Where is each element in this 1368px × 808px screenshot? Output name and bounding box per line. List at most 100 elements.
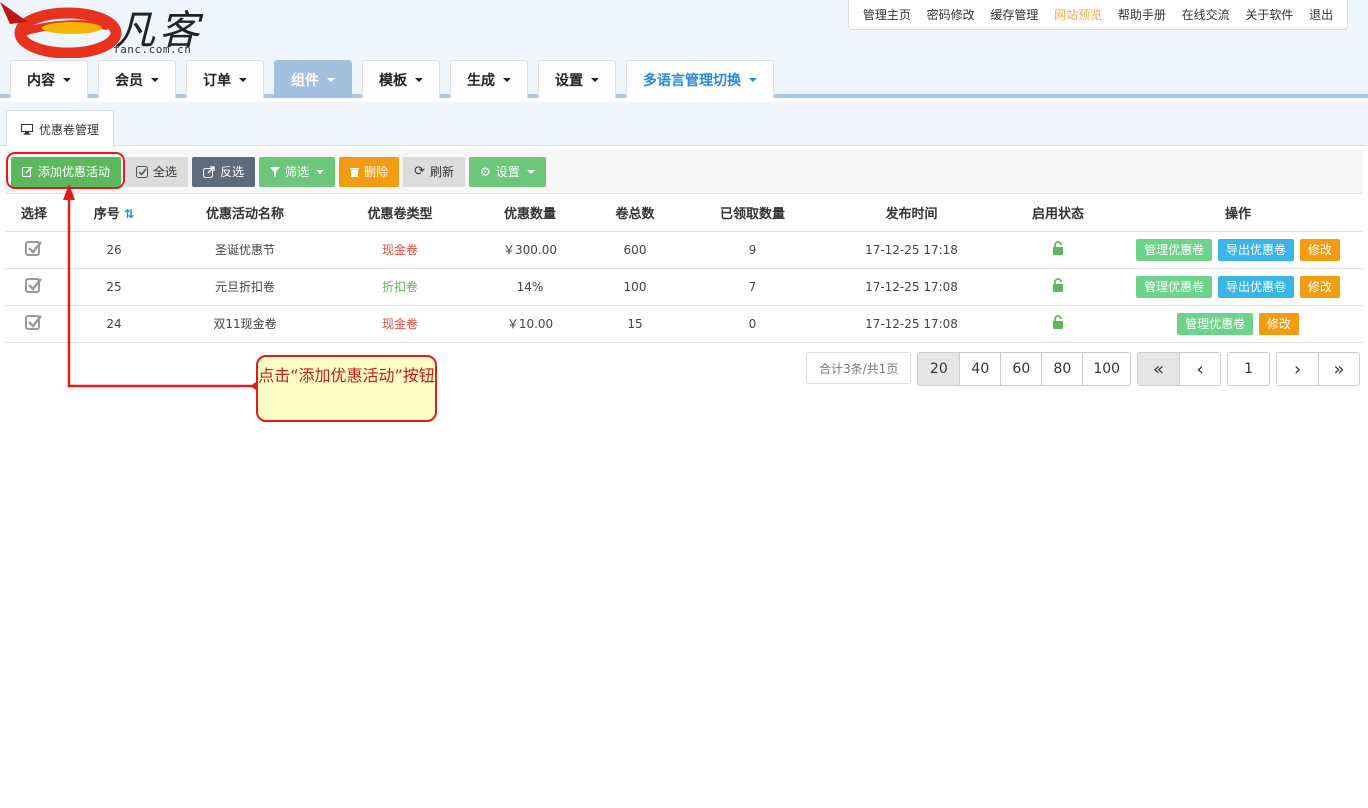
export-coupon-button[interactable]: 导出优惠卷 xyxy=(1217,275,1294,298)
col-select: 选择 xyxy=(5,195,63,232)
nav-tab-component[interactable]: 组件 xyxy=(274,60,352,98)
col-name: 优惠活动名称 xyxy=(165,195,325,232)
refresh-button[interactable]: ⟳ 刷新 xyxy=(403,156,465,187)
nav-tab-settings[interactable]: 设置 xyxy=(538,60,616,98)
col-claimed: 已领取数量 xyxy=(685,195,820,232)
select-all-button[interactable]: 全选 xyxy=(125,156,189,187)
nav-tab-order[interactable]: 订单 xyxy=(186,60,264,98)
top-nav: 管理主页 密码修改 缓存管理 网站预览 帮助手册 在线交流 关于软件 退出 xyxy=(848,0,1348,30)
cell-name: 双11现金卷 xyxy=(165,305,325,343)
nav-tab-member[interactable]: 会员 xyxy=(98,60,176,98)
button-label: 全选 xyxy=(153,165,178,179)
nav-tab-content[interactable]: 内容 xyxy=(10,60,88,98)
page-size-group: 20 40 60 80 100 xyxy=(917,352,1132,386)
cell-total: 100 xyxy=(585,268,685,306)
topnav-chat[interactable]: 在线交流 xyxy=(1182,6,1230,23)
topnav-cache[interactable]: 缓存管理 xyxy=(990,6,1038,23)
manage-coupon-button[interactable]: 管理优惠卷 xyxy=(1177,312,1254,335)
toolbar: 添加优惠活动 全选 反选 筛选 删除 ⟳ 刷新 ⚙ 设置 xyxy=(5,150,1363,194)
page-size-40[interactable]: 40 xyxy=(959,353,1001,385)
page-size-100[interactable]: 100 xyxy=(1082,353,1131,385)
col-id[interactable]: 序号 ⇅ xyxy=(63,195,165,232)
col-id-label: 序号 xyxy=(93,207,120,223)
topnav-help[interactable]: 帮助手册 xyxy=(1118,6,1166,23)
unlock-icon[interactable] xyxy=(1052,278,1064,292)
nav-tab-template[interactable]: 模板 xyxy=(362,60,440,98)
edit-button[interactable]: 修改 xyxy=(1258,312,1299,335)
table-row: 26 圣诞优惠节 现金卷 ￥300.00 600 9 17-12-25 17:1… xyxy=(5,231,1363,269)
logo-domain: fanc.com.cn xyxy=(113,43,192,56)
cell-amount: 14% xyxy=(475,268,585,306)
cell-claimed: 0 xyxy=(685,305,820,343)
cell-status xyxy=(1003,268,1113,306)
nav-tab-language[interactable]: 多语言管理切换 xyxy=(626,60,774,98)
unlock-icon[interactable] xyxy=(1052,315,1064,329)
topnav-home[interactable]: 管理主页 xyxy=(863,6,911,23)
manage-coupon-button[interactable]: 管理优惠卷 xyxy=(1136,238,1213,261)
edit-icon xyxy=(22,166,33,177)
col-status: 启用状态 xyxy=(1003,195,1113,232)
page-size-20[interactable]: 20 xyxy=(918,353,960,385)
topnav-preview[interactable]: 网站预览 xyxy=(1054,6,1102,23)
last-page-button[interactable]: » xyxy=(1318,353,1360,385)
cell-id: 24 xyxy=(63,305,165,343)
col-actions: 操作 xyxy=(1113,195,1363,232)
nav-tab-label: 组件 xyxy=(291,72,319,89)
prev-page-button[interactable]: ‹ xyxy=(1179,353,1221,385)
coupon-table: 选择 序号 ⇅ 优惠活动名称 优惠卷类型 优惠数量 卷总数 已领取数量 发布时间… xyxy=(5,195,1363,343)
nav-tab-generate[interactable]: 生成 xyxy=(450,60,528,98)
nav-tab-label: 会员 xyxy=(115,72,143,89)
check-square-icon[interactable] xyxy=(25,313,43,331)
button-label: 删除 xyxy=(364,165,389,179)
delete-button[interactable]: 删除 xyxy=(339,156,400,187)
sub-tab-bar: 优惠卷管理 xyxy=(0,102,1368,147)
caret-down-icon xyxy=(316,169,325,174)
first-page-button[interactable]: « xyxy=(1138,353,1180,385)
page-1-button[interactable]: 1 xyxy=(1228,353,1270,385)
current-page-group: 1 xyxy=(1227,352,1271,386)
cell-id: 26 xyxy=(63,231,165,269)
next-page-button[interactable]: › xyxy=(1277,353,1319,385)
row-checkbox[interactable] xyxy=(5,305,63,343)
refresh-icon: ⟳ xyxy=(414,164,425,179)
row-checkbox[interactable] xyxy=(5,268,63,306)
topnav-password[interactable]: 密码修改 xyxy=(927,6,975,23)
row-checkbox[interactable] xyxy=(5,231,63,269)
table-row: 25 元旦折扣卷 折扣卷 14% 100 7 17-12-25 17:08 管理… xyxy=(5,268,1363,306)
page-size-60[interactable]: 60 xyxy=(1000,353,1042,385)
filter-button[interactable]: 筛选 xyxy=(259,156,336,187)
tab-coupon-management[interactable]: 优惠卷管理 xyxy=(6,110,115,147)
settings-button[interactable]: ⚙ 设置 xyxy=(469,156,546,187)
topnav-logout[interactable]: 退出 xyxy=(1309,6,1333,23)
cell-total: 15 xyxy=(585,305,685,343)
cell-type: 现金卷 xyxy=(325,231,475,269)
caret-down-icon xyxy=(239,77,247,82)
button-label: 筛选 xyxy=(285,165,310,179)
next-last-group: › » xyxy=(1276,352,1361,386)
export-coupon-button[interactable]: 导出优惠卷 xyxy=(1217,238,1294,261)
edit-button[interactable]: 修改 xyxy=(1299,275,1340,298)
page-size-80[interactable]: 80 xyxy=(1041,353,1083,385)
edit-button[interactable]: 修改 xyxy=(1299,238,1340,261)
topnav-about[interactable]: 关于软件 xyxy=(1245,6,1293,23)
cell-claimed: 9 xyxy=(685,231,820,269)
caret-down-icon xyxy=(151,77,159,82)
pager-info: 合计3条/共1页 xyxy=(806,352,912,384)
button-label: 设置 xyxy=(495,165,520,179)
check-square-icon[interactable] xyxy=(25,239,43,257)
invert-select-button[interactable]: 反选 xyxy=(192,156,256,187)
gear-icon: ⚙ xyxy=(480,164,491,179)
sort-icon[interactable]: ⇅ xyxy=(124,207,134,221)
cell-total: 600 xyxy=(585,231,685,269)
cell-name: 圣诞优惠节 xyxy=(165,231,325,269)
manage-coupon-button[interactable]: 管理优惠卷 xyxy=(1136,275,1213,298)
check-square-icon[interactable] xyxy=(25,276,43,294)
cell-amount: ￥10.00 xyxy=(475,305,585,343)
check-square-icon xyxy=(136,165,149,178)
add-activity-button[interactable]: 添加优惠活动 xyxy=(11,156,122,187)
cell-id: 25 xyxy=(63,268,165,306)
table-row: 24 双11现金卷 现金卷 ￥10.00 15 0 17-12-25 17:08… xyxy=(5,305,1363,343)
caret-down-icon xyxy=(327,77,335,82)
cell-actions: 管理优惠卷 导出优惠卷 修改 xyxy=(1113,231,1363,269)
unlock-icon[interactable] xyxy=(1052,241,1064,255)
